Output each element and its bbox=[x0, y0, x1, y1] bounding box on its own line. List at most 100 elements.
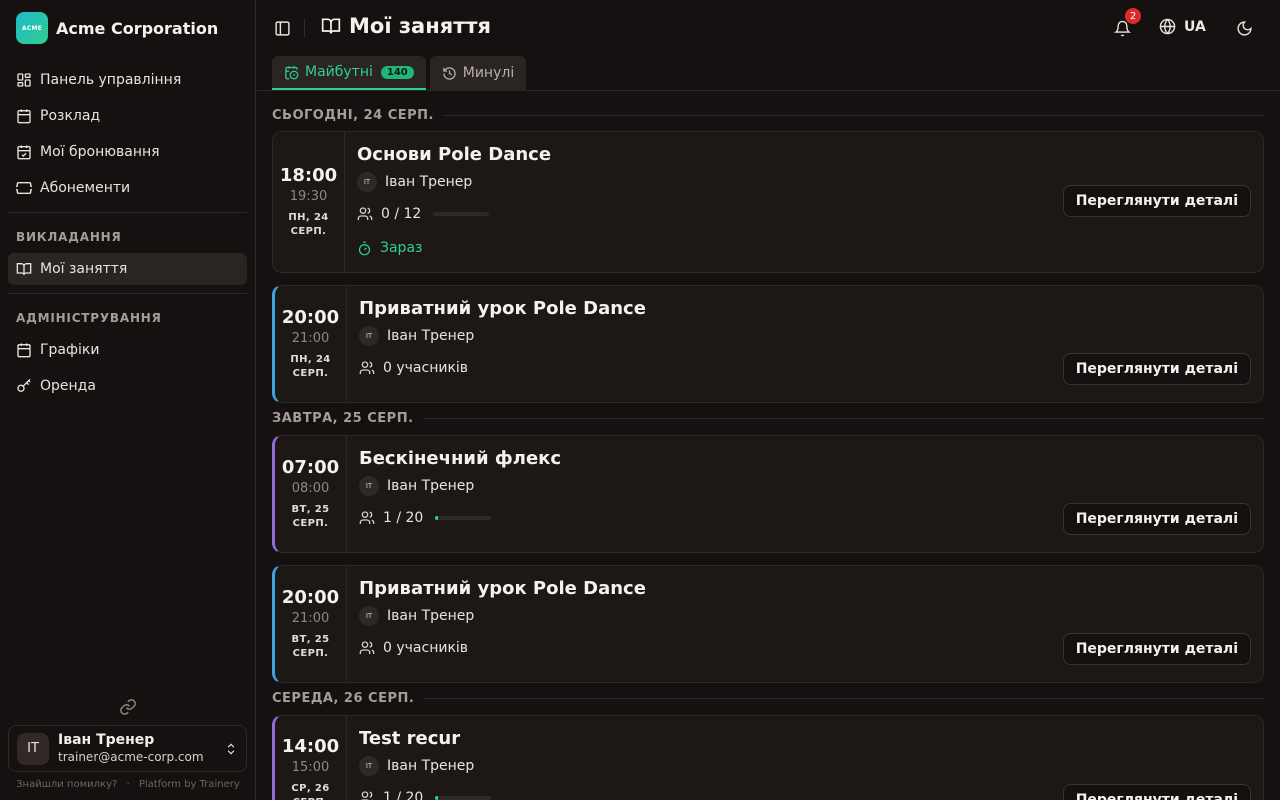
class-date: ВТ, 25 СЕРП. bbox=[291, 634, 330, 659]
trainer-name: Іван Тренер bbox=[387, 478, 475, 494]
participants-count: 1 / 20 bbox=[383, 510, 424, 526]
view-details-button[interactable]: Переглянути деталі bbox=[1062, 185, 1251, 217]
tab-label: Минулі bbox=[462, 65, 515, 81]
admin-nav: Графіки Оренда bbox=[8, 334, 247, 406]
teaching-nav: Мої заняття bbox=[8, 253, 247, 289]
day-divider bbox=[424, 697, 1264, 699]
trainer-name: Іван Тренер bbox=[387, 758, 475, 774]
tab-upcoming[interactable]: Майбутні 140 bbox=[272, 56, 426, 90]
sidebar-item-schedule[interactable]: Розклад bbox=[8, 100, 247, 132]
capacity-bar bbox=[435, 516, 492, 520]
globe-icon bbox=[1159, 18, 1176, 35]
avatar: IT bbox=[17, 732, 49, 765]
sidebar-item-bookings[interactable]: Мої бронювання bbox=[8, 136, 247, 168]
class-card: 14:00 15:00 СР, 26 СЕРП. Test recur IT І… bbox=[272, 715, 1264, 800]
sidebar-item-label: Розклад bbox=[40, 108, 101, 124]
brand[interactable]: ACME Acme Corporation bbox=[16, 12, 218, 44]
trainer: IT Іван Тренер bbox=[359, 476, 474, 496]
timer-icon bbox=[358, 241, 371, 255]
calendar-clock-icon bbox=[285, 65, 299, 79]
day-header: ЗАВТРА, 25 СЕРП. bbox=[272, 410, 1264, 426]
brand-name: Acme Corporation bbox=[56, 18, 219, 38]
sidebar-item-dashboard[interactable]: Панель управління bbox=[8, 64, 247, 96]
class-title: Бескінечний флекс bbox=[359, 448, 562, 469]
sidebar-item-charts[interactable]: Графіки bbox=[8, 334, 247, 366]
sidebar: ACME Acme Corporation Панель управління … bbox=[0, 0, 256, 800]
participants-count: 0 учасників bbox=[383, 640, 469, 656]
time-column: 14:00 15:00 СР, 26 СЕРП. bbox=[275, 716, 347, 800]
language-switcher[interactable]: UA bbox=[1159, 18, 1206, 35]
trainer: IT Іван Тренер bbox=[359, 606, 474, 626]
class-card: 20:00 21:00 ПН, 24 СЕРП. Приватний урок … bbox=[272, 285, 1264, 403]
main-nav: Панель управління Розклад Мої бронювання… bbox=[8, 64, 247, 208]
participants: 1 / 20 bbox=[359, 790, 492, 800]
sidebar-divider bbox=[8, 212, 247, 213]
capacity-bar bbox=[435, 796, 492, 800]
trainer: IT Іван Тренер bbox=[357, 172, 472, 192]
class-title: Основи Pole Dance bbox=[357, 144, 552, 165]
class-date: СР, 26 СЕРП. bbox=[291, 783, 330, 800]
sidebar-item-memberships[interactable]: Абонементи bbox=[8, 172, 247, 204]
page-title-text: Мої заняття bbox=[349, 14, 492, 38]
start-time: 07:00 bbox=[281, 457, 340, 478]
time-column: 20:00 21:00 ВТ, 25 СЕРП. bbox=[275, 566, 347, 682]
page-title: Мої заняття bbox=[321, 14, 491, 38]
users-icon bbox=[361, 791, 373, 800]
header-divider bbox=[304, 18, 305, 38]
participants: 0 учасників bbox=[359, 640, 468, 656]
day-label: СЬОГОДНІ, 24 СЕРП. bbox=[272, 107, 434, 123]
start-time: 14:00 bbox=[281, 736, 340, 757]
moon-icon bbox=[1236, 20, 1252, 36]
view-details-button[interactable]: Переглянути деталі bbox=[1062, 353, 1251, 385]
sidebar-item-label: Абонементи bbox=[40, 180, 131, 196]
chevron-up-down-icon bbox=[227, 743, 235, 754]
sidebar-item-label: Мої бронювання bbox=[40, 144, 160, 160]
tab-past[interactable]: Минулі bbox=[429, 56, 527, 90]
trainer-avatar: IT bbox=[359, 756, 379, 776]
trainer: IT Іван Тренер bbox=[359, 756, 474, 776]
class-card: 07:00 08:00 ВТ, 25 СЕРП. Бескінечний фле… bbox=[272, 435, 1264, 553]
group-label-admin: АДМІНІСТРУВАННЯ bbox=[16, 311, 162, 325]
history-icon bbox=[443, 66, 456, 80]
participants: 0 / 12 bbox=[357, 206, 490, 222]
ticket-icon bbox=[16, 182, 32, 194]
view-details-button[interactable]: Переглянути деталі bbox=[1062, 784, 1251, 800]
trainer-name: Іван Тренер bbox=[385, 174, 473, 190]
sidebar-item-label: Графіки bbox=[40, 342, 100, 358]
participants-count: 1 / 20 bbox=[383, 790, 424, 800]
trainer: IT Іван Тренер bbox=[359, 326, 474, 346]
user-email: trainer@acme-corp.com bbox=[58, 750, 204, 764]
user-name: Іван Тренер bbox=[58, 732, 155, 748]
view-details-button[interactable]: Переглянути деталі bbox=[1062, 633, 1251, 665]
theme-toggle-button[interactable] bbox=[1232, 16, 1256, 40]
sidebar-item-label: Оренда bbox=[40, 378, 96, 394]
day-header: СЕРЕДА, 26 СЕРП. bbox=[272, 690, 1264, 706]
notifications-badge: 2 bbox=[1125, 8, 1141, 24]
participants: 1 / 20 bbox=[359, 510, 492, 526]
sidebar-item-label: Панель управління bbox=[40, 72, 182, 88]
report-bug-link[interactable]: Знайшли помилку? bbox=[16, 779, 117, 790]
sidebar-divider bbox=[8, 293, 247, 294]
class-date: ВТ, 25 СЕРП. bbox=[291, 504, 330, 529]
sidebar-toggle-icon bbox=[274, 20, 290, 36]
day-divider bbox=[423, 417, 1264, 419]
participants-count: 0 / 12 bbox=[381, 206, 422, 222]
time-column: 07:00 08:00 ВТ, 25 СЕРП. bbox=[275, 436, 347, 552]
platform-link[interactable]: Platform by Trainery bbox=[139, 779, 240, 790]
users-icon bbox=[357, 207, 373, 220]
trainer-name: Іван Тренер bbox=[387, 608, 475, 624]
tab-count-badge: 140 bbox=[380, 65, 414, 79]
key-icon bbox=[17, 378, 31, 392]
view-details-button[interactable]: Переглянути деталі bbox=[1062, 503, 1251, 535]
sidebar-item-rental[interactable]: Оренда bbox=[8, 370, 247, 402]
language-label: UA bbox=[1184, 18, 1206, 35]
tabs: Майбутні 140 Минулі bbox=[272, 56, 527, 90]
participants-count: 0 учасників bbox=[383, 360, 469, 376]
sidebar-toggle-button[interactable] bbox=[270, 16, 294, 40]
brand-logo: ACME bbox=[16, 12, 48, 44]
end-time: 21:00 bbox=[291, 331, 330, 346]
class-card: 18:00 19:30 ПН, 24 СЕРП. Основи Pole Dan… bbox=[272, 131, 1264, 273]
sidebar-item-my-classes[interactable]: Мої заняття bbox=[8, 253, 247, 285]
user-menu[interactable]: IT Іван Тренер trainer@acme-corp.com bbox=[8, 725, 247, 772]
link-icon[interactable] bbox=[119, 698, 137, 716]
